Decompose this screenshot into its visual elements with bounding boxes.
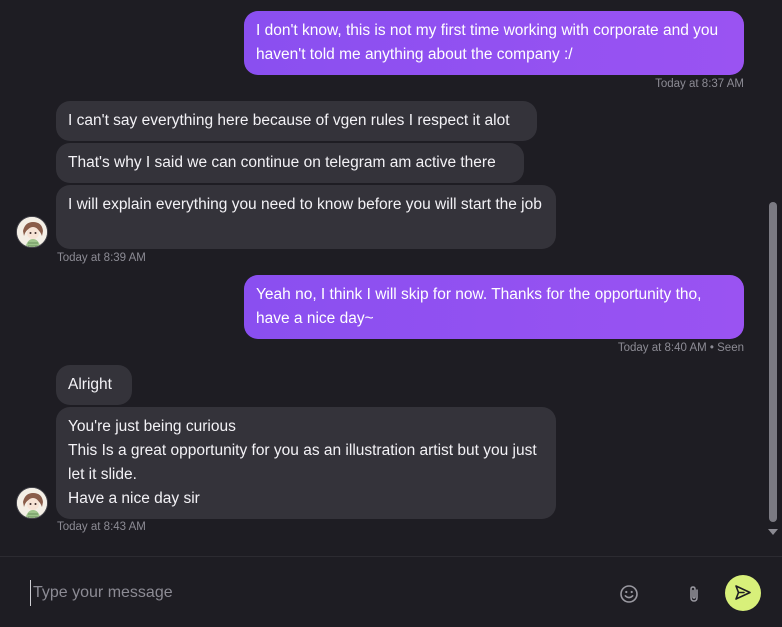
message-composer xyxy=(0,557,782,627)
incoming-message: I can't say everything here because of v… xyxy=(56,101,537,141)
message-input[interactable] xyxy=(30,580,590,606)
seen-status: Seen xyxy=(717,342,744,354)
incoming-message: That's why I said we can continue on tel… xyxy=(56,143,524,183)
paperclip-icon xyxy=(690,586,698,602)
scrollbar-thumb[interactable] xyxy=(769,202,777,522)
timestamp-text: Today at 8:40 AM xyxy=(617,342,707,354)
avatar[interactable] xyxy=(16,487,48,519)
message-timestamp: Today at 8:40 AM • Seen xyxy=(618,342,744,354)
outgoing-message: Yeah no, I think I will skip for now. Th… xyxy=(244,275,744,339)
incoming-message: Alright xyxy=(56,365,132,405)
incoming-message: I will explain everything you need to kn… xyxy=(56,185,556,249)
emoji-button[interactable] xyxy=(617,582,641,606)
send-icon xyxy=(735,585,751,600)
message-timestamp: Today at 8:37 AM xyxy=(655,78,744,90)
message-timestamp: Today at 8:43 AM xyxy=(57,521,146,533)
avatar[interactable] xyxy=(16,216,48,248)
outgoing-message: I don't know, this is not my first time … xyxy=(244,11,744,75)
scroll-down-arrow-icon[interactable] xyxy=(768,529,778,535)
emoji-icon xyxy=(620,585,638,603)
incoming-message: You're just being curious This Is a grea… xyxy=(56,407,556,519)
message-timestamp: Today at 8:39 AM xyxy=(57,252,146,264)
scrollbar[interactable] xyxy=(764,0,782,545)
message-list[interactable]: I don't know, this is not my first time … xyxy=(0,0,764,545)
attach-button[interactable] xyxy=(682,582,706,606)
send-button[interactable] xyxy=(725,575,761,611)
